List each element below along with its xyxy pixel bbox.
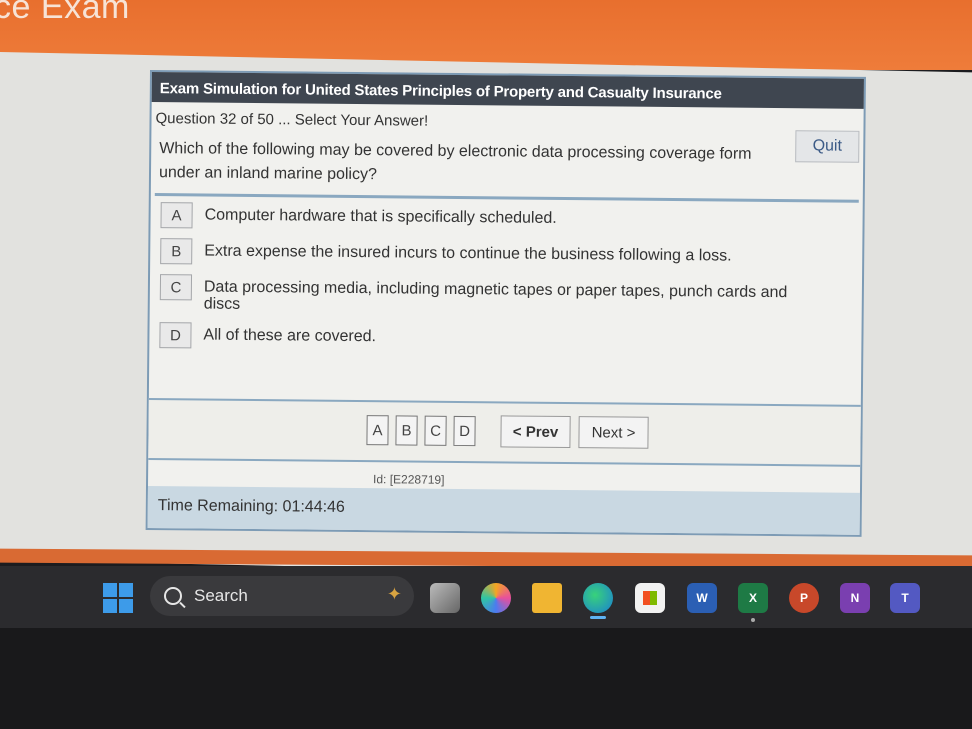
answer-option-c[interactable]: C Data processing media, including magne… [159, 274, 862, 319]
teams-icon[interactable]: T [890, 583, 920, 613]
search-label: Search [194, 586, 248, 605]
answer-text[interactable]: Data processing media, including magneti… [204, 275, 824, 319]
time-remaining: Time Remaining: 01:44:46 [147, 486, 860, 535]
nav-answer-b-button[interactable]: B [395, 415, 418, 446]
answer-list: A Computer hardware that is specifically… [149, 196, 862, 355]
answer-option-d[interactable]: D All of these are covered. [159, 322, 861, 355]
windows-start-icon[interactable] [103, 583, 133, 613]
onenote-icon[interactable]: N [840, 583, 870, 613]
answer-text[interactable]: All of these are covered. [203, 323, 823, 350]
answer-text[interactable]: Computer hardware that is specifically s… [205, 203, 825, 230]
nav-answer-a-button[interactable]: A [366, 415, 389, 446]
copilot-icon[interactable] [481, 583, 511, 613]
answer-option-a[interactable]: A Computer hardware that is specifically… [160, 202, 862, 235]
exam-panel: Exam Simulation for United States Princi… [145, 70, 866, 537]
navigation-buttons: A B C D < Prev Next > [366, 414, 649, 449]
answer-option-b[interactable]: B Extra expense the insured incurs to co… [160, 238, 862, 271]
page-heading: ice Exam [0, 0, 130, 26]
answer-letter-button[interactable]: D [159, 322, 192, 349]
question-id: Id: [E228719] [373, 472, 445, 487]
question-text: Which of the following may be covered by… [158, 140, 752, 184]
word-icon[interactable]: W [687, 583, 717, 613]
open-app-indicator [751, 618, 755, 622]
powerpoint-icon[interactable]: P [789, 583, 819, 613]
prev-button[interactable]: < Prev [500, 415, 571, 449]
navigation-area: A B C D < Prev Next > [148, 398, 861, 467]
excel-icon[interactable]: X [738, 583, 768, 613]
nav-answer-d-button[interactable]: D [453, 415, 476, 447]
task-view-icon[interactable] [430, 583, 460, 613]
answer-text[interactable]: Extra expense the insured incurs to cont… [204, 239, 824, 266]
next-button[interactable]: Next > [578, 416, 649, 449]
quit-button[interactable]: Quit [795, 130, 860, 163]
search-highlight-icon: ✦ [386, 584, 402, 604]
nav-answer-c-button[interactable]: C [424, 415, 447, 446]
file-explorer-icon[interactable] [532, 583, 562, 613]
monitor-bezel [0, 628, 972, 729]
answer-letter-button[interactable]: B [160, 238, 193, 265]
active-app-indicator [590, 616, 606, 619]
monitor-screen: ice Exam Exam Simulation for United Stat… [0, 0, 972, 729]
store-icon[interactable] [635, 583, 665, 613]
taskbar: Search ✦ W X P N T [0, 566, 972, 628]
edge-icon[interactable] [583, 583, 613, 613]
answer-letter-button[interactable]: C [159, 274, 193, 301]
taskbar-search-box[interactable]: Search ✦ [150, 576, 414, 616]
search-icon [164, 587, 182, 605]
answer-letter-button[interactable]: A [160, 202, 193, 229]
